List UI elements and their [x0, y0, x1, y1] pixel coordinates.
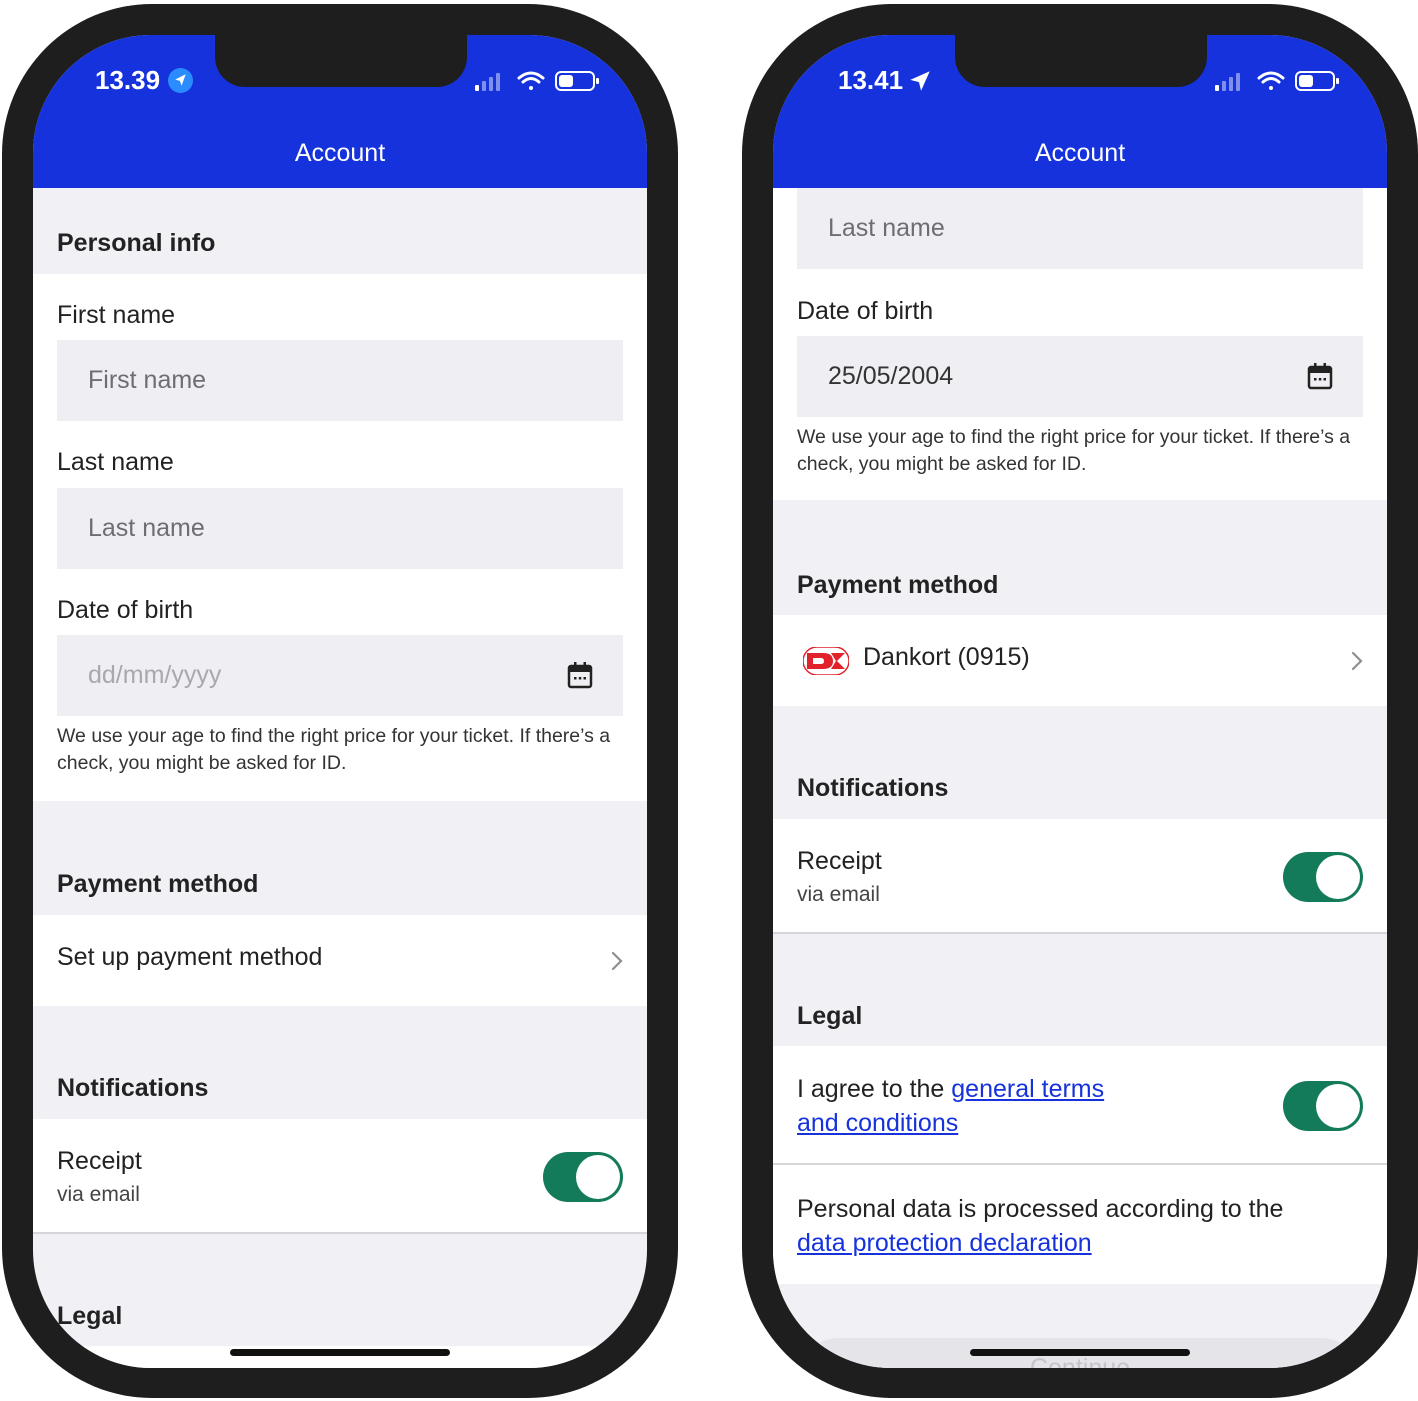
- receipt-label: Receipt: [797, 847, 882, 875]
- calendar-icon[interactable]: [1307, 362, 1333, 390]
- status-icons: [1213, 69, 1343, 93]
- signal-icon: [475, 73, 500, 91]
- legal-card: I agree to the general terms and conditio…: [773, 1046, 1387, 1284]
- divider: [773, 1163, 1387, 1165]
- receipt-row: Receipt via email: [773, 819, 1387, 932]
- signal-icon: [1215, 73, 1240, 91]
- first-name-field[interactable]: First name: [57, 340, 623, 421]
- toggle-knob: [576, 1155, 620, 1199]
- data-protection-text: Personal data is processed according to …: [797, 1192, 1363, 1260]
- location-icon: [168, 68, 193, 93]
- section-legal: Legal: [797, 1002, 863, 1030]
- last-name-field[interactable]: Last name: [797, 188, 1363, 269]
- status-time: 13.41: [838, 65, 904, 95]
- dob-label: Date of birth: [57, 596, 194, 624]
- calendar-icon[interactable]: [567, 661, 593, 689]
- last-name-placeholder: Last name: [88, 514, 205, 542]
- app-header: 13.39 Account: [33, 35, 647, 188]
- data-protection-link[interactable]: data protection declaration: [797, 1229, 1092, 1257]
- last-name-placeholder: Last name: [828, 214, 945, 242]
- home-indicator[interactable]: [970, 1349, 1190, 1356]
- toggle-knob: [1316, 855, 1360, 899]
- terms-link[interactable]: general terms: [951, 1075, 1104, 1103]
- terms-link-line-2[interactable]: and conditions: [797, 1109, 958, 1137]
- last-name-field[interactable]: Last name: [57, 488, 623, 569]
- dob-label: Date of birth: [797, 297, 934, 325]
- setup-payment-row[interactable]: Set up payment method: [33, 915, 647, 1006]
- dob-help-text: We use your age to find the right price …: [57, 725, 611, 774]
- battery-icon: [555, 71, 599, 91]
- account-content: Personal info First name First name Last…: [33, 188, 647, 1368]
- section-personal-info: Personal info: [57, 229, 216, 257]
- section-notifications: Notifications: [57, 1074, 209, 1102]
- section-notifications: Notifications: [797, 774, 949, 802]
- personal-info-card: Last name Date of birth 25/05/2004 We us…: [773, 188, 1387, 500]
- page-title: Account: [1034, 139, 1126, 167]
- notch: [955, 35, 1207, 87]
- chevron-right-icon: [611, 951, 623, 971]
- home-indicator[interactable]: [230, 1349, 450, 1356]
- toggle-knob: [1316, 1084, 1360, 1128]
- dob-placeholder: dd/mm/yyyy: [88, 661, 222, 689]
- receipt-sublabel: via email: [57, 1183, 140, 1206]
- divider: [773, 932, 1387, 934]
- wifi-icon: [517, 71, 545, 90]
- data-protection-prefix: Personal data is processed according to …: [797, 1195, 1284, 1223]
- first-name-label: First name: [57, 301, 176, 329]
- receipt-row: Receipt via email: [33, 1119, 647, 1232]
- chevron-right-icon: [1351, 651, 1363, 671]
- dankort-logo: [803, 647, 849, 675]
- payment-card-row[interactable]: Dankort (0915): [773, 615, 1387, 706]
- phone-screen: 13.41 Account Last name Date of birth 25…: [773, 35, 1387, 1368]
- phone-screen: 13.39 Account Personal info First name F…: [33, 35, 647, 1368]
- phone-frame-right: 13.41 Account Last name Date of birth 25…: [742, 4, 1418, 1398]
- terms-toggle[interactable]: [1283, 1081, 1363, 1131]
- account-content: Last name Date of birth 25/05/2004 We us…: [773, 188, 1387, 1368]
- divider: [33, 1232, 647, 1234]
- battery-icon: [1295, 71, 1339, 91]
- receipt-toggle[interactable]: [1283, 852, 1363, 902]
- setup-payment-label: Set up payment method: [57, 943, 323, 971]
- status-icons: [473, 69, 603, 93]
- first-name-placeholder: First name: [88, 366, 207, 394]
- payment-card-label: Dankort (0915): [863, 643, 1030, 671]
- section-legal: Legal: [57, 1302, 123, 1330]
- phone-frame-left: 13.39 Account Personal info First name F…: [2, 4, 678, 1398]
- location-icon: [910, 71, 930, 91]
- dob-field[interactable]: dd/mm/yyyy: [57, 635, 623, 716]
- section-payment-method: Payment method: [797, 571, 999, 599]
- dob-value: 25/05/2004: [828, 362, 954, 390]
- receipt-label: Receipt: [57, 1147, 142, 1175]
- dob-field[interactable]: 25/05/2004: [797, 336, 1363, 417]
- dob-help-text: We use your age to find the right price …: [797, 426, 1351, 475]
- last-name-label: Last name: [57, 448, 174, 476]
- terms-prefix: I agree to the: [797, 1075, 952, 1103]
- receipt-toggle[interactable]: [543, 1152, 623, 1202]
- wifi-icon: [1257, 71, 1285, 90]
- personal-info-card: First name First name Last name Last nam…: [33, 274, 647, 801]
- status-time: 13.39: [95, 65, 161, 95]
- terms-text: I agree to the general terms and conditio…: [797, 1072, 1177, 1140]
- app-header: 13.41 Account: [773, 35, 1387, 188]
- section-payment-method: Payment method: [57, 870, 259, 898]
- notch: [215, 35, 467, 87]
- receipt-sublabel: via email: [797, 883, 880, 906]
- page-title: Account: [294, 139, 386, 167]
- continue-label: Continue: [1029, 1354, 1131, 1368]
